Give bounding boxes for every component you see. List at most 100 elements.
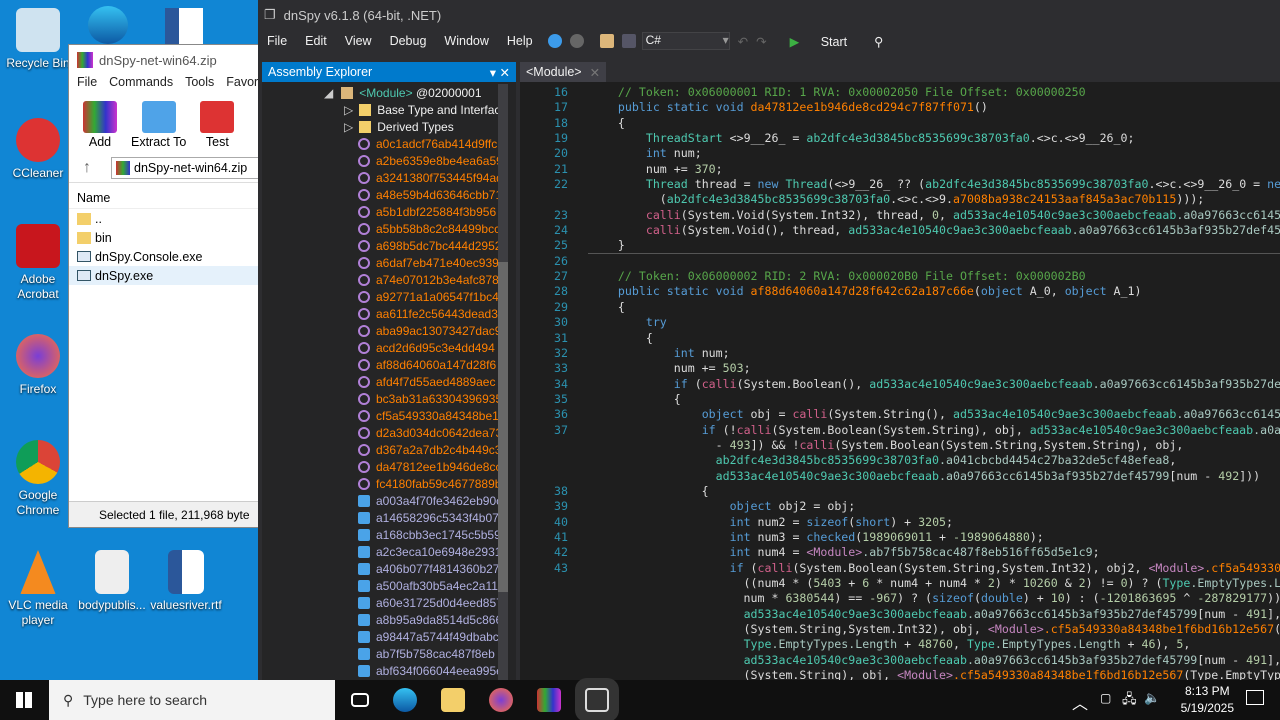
network-icon[interactable]: 🖧	[1122, 690, 1137, 712]
tree-item-method[interactable]: d367a2a7db2c4b449c3	[262, 441, 516, 458]
tree-item-method[interactable]: a3241380f753445f94ad	[262, 169, 516, 186]
tab-module[interactable]: <Module> ✕	[520, 62, 607, 82]
open-folder-icon[interactable]	[599, 34, 614, 48]
tree-item-method[interactable]: a48e59b4d63646cbb71	[262, 186, 516, 203]
tree-item-method[interactable]: a74e07012b3e4afc878	[262, 271, 516, 288]
tree-item-module[interactable]: ◢ <Module> @02000001	[262, 84, 516, 101]
edge-taskbar-icon[interactable]	[393, 688, 417, 712]
tree-item-method[interactable]: d2a3d034dc0642dea73	[262, 424, 516, 441]
menu-debug[interactable]: Debug	[381, 34, 436, 48]
desktop-icon-firefox[interactable]: Firefox	[0, 334, 76, 397]
test-button[interactable]: Test	[200, 101, 235, 153]
scrollbar-thumb[interactable]	[498, 262, 508, 592]
menu-favorites[interactable]: Favori	[226, 75, 261, 95]
tree-item-field[interactable]: a406b077f4814360b27	[262, 560, 516, 577]
notifications-icon[interactable]	[1246, 690, 1264, 705]
tree-item-method[interactable]: a5b1dbf225884f3b956	[262, 203, 516, 220]
explorer-scrollbar[interactable]	[498, 84, 508, 680]
volume-icon[interactable]: 🔈	[1144, 690, 1160, 706]
desktop-icon-recycle-bin[interactable]: Recycle Bin	[0, 8, 76, 71]
start-windows-icon[interactable]	[16, 692, 32, 708]
tree-item-method[interactable]: aa611fe2c56443dead3	[262, 305, 516, 322]
code-editor[interactable]: 16 // Token: 0x06000001 RID: 1 RVA: 0x00…	[520, 82, 1280, 680]
menu-tools[interactable]: Tools	[185, 75, 214, 95]
file-row[interactable]: ..	[69, 209, 259, 228]
tree-item-field[interactable]: a60e31725d0d4eed857	[262, 594, 516, 611]
save-icon[interactable]	[621, 34, 636, 48]
language-select[interactable]: C# ▾	[641, 32, 730, 50]
desktop-icon-valuesriver[interactable]: valuesriver.rtf	[148, 550, 224, 613]
redo-icon[interactable]: ↷	[748, 34, 766, 49]
archive-path-field[interactable]: dnSpy-net-win64.zip	[111, 156, 259, 179]
extract-to-button[interactable]: Extract To	[131, 101, 186, 153]
tree-item-method[interactable]: a698b5dc7bc444d2952	[262, 237, 516, 254]
file-row[interactable]: dnSpy.exe	[69, 266, 259, 285]
tree-item-field[interactable]: a168cbb3ec1745c5b59	[262, 526, 516, 543]
menu-file[interactable]: File	[258, 34, 296, 48]
task-view-icon[interactable]	[351, 693, 369, 707]
menu-edit[interactable]: Edit	[296, 34, 336, 48]
tree-item-method[interactable]: fc4180fab59c4677889b	[262, 475, 516, 492]
tree-item-field[interactable]: a500afb30b5a4ec2a11	[262, 577, 516, 594]
desktop-icon-chrome[interactable]: Google Chrome	[0, 440, 76, 518]
tree-item-method[interactable]: a92771a1a06547f1bc42	[262, 288, 516, 305]
tree-item-method[interactable]: bc3ab31a63304396935	[262, 390, 516, 407]
member-name: a14658296c5343f4b07b	[376, 510, 506, 525]
tree-item-method[interactable]: a5bb58b8c2c84499bcc	[262, 220, 516, 237]
close-icon[interactable]: ✕	[500, 66, 510, 80]
undo-icon[interactable]: ↶	[738, 34, 748, 49]
forward-icon[interactable]	[569, 34, 584, 48]
desktop-icon-bodypublis[interactable]: bodypublis...	[74, 550, 150, 613]
menu-commands[interactable]: Commands	[109, 75, 173, 95]
code-token: ab2dfc4e3d3845bc8535699c38703fa0	[715, 453, 940, 468]
search-icon[interactable]: ⚲	[856, 34, 883, 49]
tree-item-method[interactable]: a2be6359e8be4ea6a59	[262, 152, 516, 169]
desktop-icon-vlc[interactable]: VLC media player	[0, 550, 76, 628]
tree-item-derived-types[interactable]: ▷ Derived Types	[262, 118, 516, 135]
file-row[interactable]: bin	[69, 228, 259, 247]
up-arrow-icon[interactable]: ↑	[83, 159, 91, 177]
file-row[interactable]: dnSpy.Console.exe	[69, 247, 259, 266]
menu-file[interactable]: File	[77, 75, 97, 95]
word-desktop-icon[interactable]	[165, 8, 203, 44]
tree-item-method[interactable]: a0c1adcf76ab414d9ffc	[262, 135, 516, 152]
line-number: 41	[554, 529, 568, 544]
dnspy-taskbar-icon[interactable]	[585, 688, 609, 712]
tree-item-field[interactable]: a98447a5744f49dbabc	[262, 628, 516, 645]
start-button[interactable]: ▶ Start	[767, 34, 857, 49]
menu-view[interactable]: View	[336, 34, 381, 48]
taskbar-clock[interactable]: 8:13 PM 5/19/2025	[1181, 683, 1234, 717]
tree-item-field[interactable]: ab7f5b758cac487f8eb	[262, 645, 516, 662]
tree-item-method[interactable]: aba99ac13073427dac9	[262, 322, 516, 339]
tree-item-field[interactable]: a14658296c5343f4b07b	[262, 509, 516, 526]
meet-now-icon[interactable]: ▢	[1100, 691, 1111, 705]
edge-desktop-icon[interactable]	[88, 6, 128, 44]
back-icon[interactable]	[547, 34, 562, 48]
dropdown-icon[interactable]: ▾	[490, 66, 496, 80]
tree-item-method[interactable]: af88d64060a147d28f6	[262, 356, 516, 373]
code-line: 22 Thread thread = new Thread(<>9__26_ ?…	[520, 177, 1280, 192]
menu-help[interactable]: Help	[498, 34, 542, 48]
tree-item-method[interactable]: afd4f7d55aed4889aec	[262, 373, 516, 390]
close-tab-icon[interactable]: ✕	[590, 65, 600, 80]
taskbar-search-box[interactable]: ⚲ Type here to search	[49, 680, 335, 720]
tree-item-field[interactable]: a2c3eca10e6948e2931	[262, 543, 516, 560]
tree-item-method[interactable]: cf5a549330a84348be1f	[262, 407, 516, 424]
tree-item-base-types[interactable]: ▷ Base Type and Interfac	[262, 101, 516, 118]
tree-item-method[interactable]: a6daf7eb471e40ec939	[262, 254, 516, 271]
column-name[interactable]: Name	[69, 183, 259, 209]
file-explorer-icon[interactable]	[441, 688, 465, 712]
tray-chevron-icon[interactable]: ︿	[1072, 690, 1088, 714]
winrar-taskbar-icon[interactable]	[537, 688, 561, 712]
menu-window[interactable]: Window	[435, 34, 497, 48]
firefox-taskbar-icon[interactable]	[489, 688, 513, 712]
tree-item-field[interactable]: a8b95a9da8514d5c866	[262, 611, 516, 628]
desktop-icon-ccleaner[interactable]: CCleaner	[0, 118, 76, 181]
tree-item-method[interactable]: acd2d6d95c3e4dd494	[262, 339, 516, 356]
tree-item-method[interactable]: da47812ee1b946de8cc	[262, 458, 516, 475]
desktop-icon-adobe-acrobat[interactable]: Adobe Acrobat	[0, 224, 76, 302]
tree-item-field[interactable]: a003a4f70fe3462eb90c	[262, 492, 516, 509]
tree-item-field[interactable]: abf634f066044eea995e	[262, 662, 516, 679]
add-button[interactable]: Add	[83, 101, 117, 153]
